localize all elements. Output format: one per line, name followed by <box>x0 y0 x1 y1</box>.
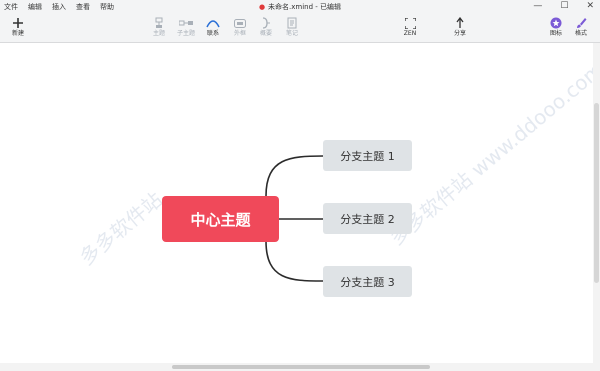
star-icon <box>550 16 562 30</box>
format-button[interactable]: 格式 <box>566 16 596 40</box>
note-button[interactable]: 笔记 <box>277 16 307 40</box>
maximize-button[interactable]: ☐ <box>560 1 568 12</box>
zen-button[interactable]: ZEN <box>395 16 425 40</box>
note-icon <box>287 16 297 30</box>
branch-topic-3[interactable]: 分支主题 3 <box>323 266 412 297</box>
window-controls: — ☐ ✕ <box>533 1 594 12</box>
scrollbar-corner <box>593 363 600 371</box>
summary-icon <box>261 16 271 30</box>
horizontal-scroll-thumb[interactable] <box>172 365 430 369</box>
subtopic-button[interactable]: 子主题 <box>171 16 201 40</box>
fullscreen-icon <box>404 16 416 30</box>
brush-icon <box>575 16 587 30</box>
connector-lines <box>265 155 324 282</box>
minimize-button[interactable]: — <box>533 1 542 12</box>
subtopic-label: 子主题 <box>176 30 195 37</box>
relationship-label: 联系 <box>206 30 219 37</box>
boundary-label: 外框 <box>233 30 246 37</box>
vertical-scroll-thumb[interactable] <box>594 103 599 283</box>
new-button[interactable]: 新建 <box>3 16 33 40</box>
relationship-icon <box>206 16 220 30</box>
unsaved-dot-icon: ● <box>258 3 266 11</box>
topic-icon <box>154 16 164 30</box>
document-title: ● 未命名.xmind - 已编辑 <box>0 2 600 12</box>
title-bar: 文件 编辑 插入 查看 帮助 ● 未命名.xmind - 已编辑 — ☐ ✕ <box>0 0 600 14</box>
branch-topic-2[interactable]: 分支主题 2 <box>323 203 412 234</box>
plus-icon <box>13 16 23 30</box>
subtopic-icon <box>179 16 193 30</box>
icon-panel-label: 图标 <box>549 30 562 37</box>
share-label: 分享 <box>453 30 466 37</box>
close-button[interactable]: ✕ <box>586 1 594 12</box>
vertical-scrollbar[interactable] <box>593 43 600 363</box>
document-title-text: 未命名.xmind - 已编辑 <box>268 3 342 11</box>
zen-label: ZEN <box>403 30 417 37</box>
share-icon <box>455 16 465 30</box>
format-label: 格式 <box>574 30 587 37</box>
note-label: 笔记 <box>285 30 298 37</box>
share-button[interactable]: 分享 <box>445 16 475 40</box>
new-label: 新建 <box>11 30 24 37</box>
summary-label: 概要 <box>259 30 272 37</box>
topic-label: 主题 <box>152 30 165 37</box>
boundary-icon <box>234 16 246 30</box>
relationship-button[interactable]: 联系 <box>198 16 228 40</box>
branch-topic-1[interactable]: 分支主题 1 <box>323 140 412 171</box>
topic-button[interactable]: 主题 <box>144 16 174 40</box>
toolbar: 新建 主题 子主题 联系 外框 概要 笔记 ZEN 分享 图标 格式 <box>0 14 600 43</box>
mindmap-canvas[interactable]: 多多软件站 多多软件站 www.ddooo.com <box>0 43 593 363</box>
central-topic[interactable]: 中心主题 <box>162 196 279 242</box>
horizontal-scrollbar[interactable] <box>0 363 593 371</box>
